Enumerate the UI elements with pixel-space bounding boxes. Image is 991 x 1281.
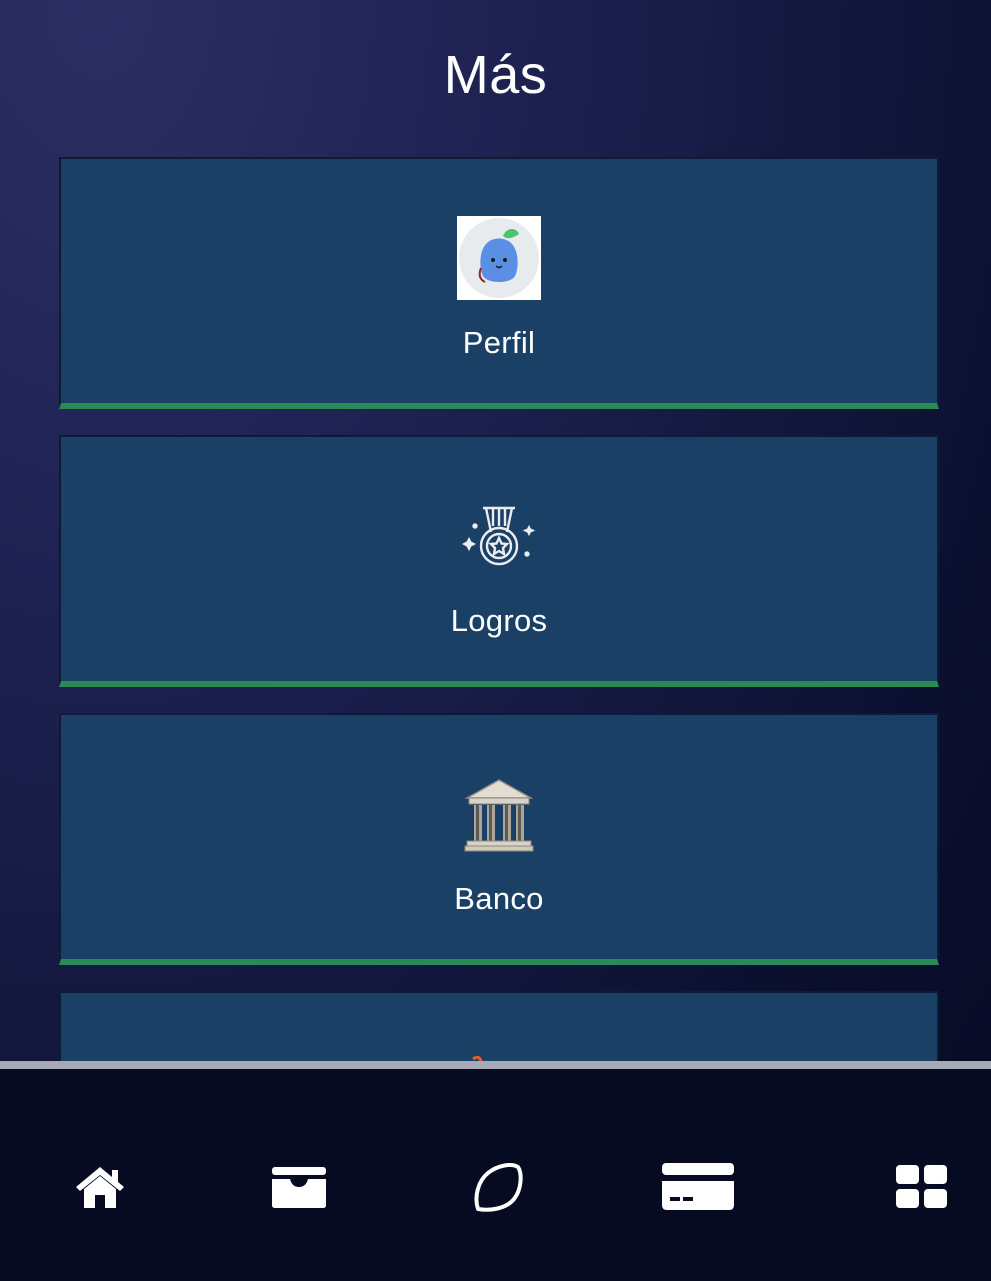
bottom-navigation <box>0 1069 991 1281</box>
nav-divider <box>0 1061 991 1069</box>
page-title: Más <box>443 45 548 105</box>
nav-leaf[interactable] <box>458 1152 538 1222</box>
menu-card-logros[interactable]: Logros <box>59 435 939 687</box>
medal-icon <box>456 493 542 579</box>
home-icon <box>76 1167 124 1208</box>
menu-card-label: Banco <box>454 881 544 916</box>
nav-home[interactable] <box>60 1152 140 1222</box>
wallet-icon <box>272 1167 326 1208</box>
profile-avatar-icon <box>456 215 542 301</box>
menu-card-perfil[interactable]: Perfil <box>59 157 939 409</box>
grid-icon <box>896 1165 947 1208</box>
credit-card-icon <box>662 1163 734 1210</box>
menu-card-banco[interactable]: Banco <box>59 713 939 965</box>
menu-card-label: Logros <box>450 603 548 638</box>
menu-card-label: Perfil <box>462 325 536 360</box>
leaf-icon <box>474 1163 523 1212</box>
nav-card[interactable] <box>658 1152 738 1222</box>
bank-icon <box>456 771 542 857</box>
menu-list: Perfil Logros Banco <box>59 157 939 1109</box>
nav-wallet[interactable] <box>259 1152 339 1222</box>
nav-more[interactable] <box>882 1152 962 1222</box>
